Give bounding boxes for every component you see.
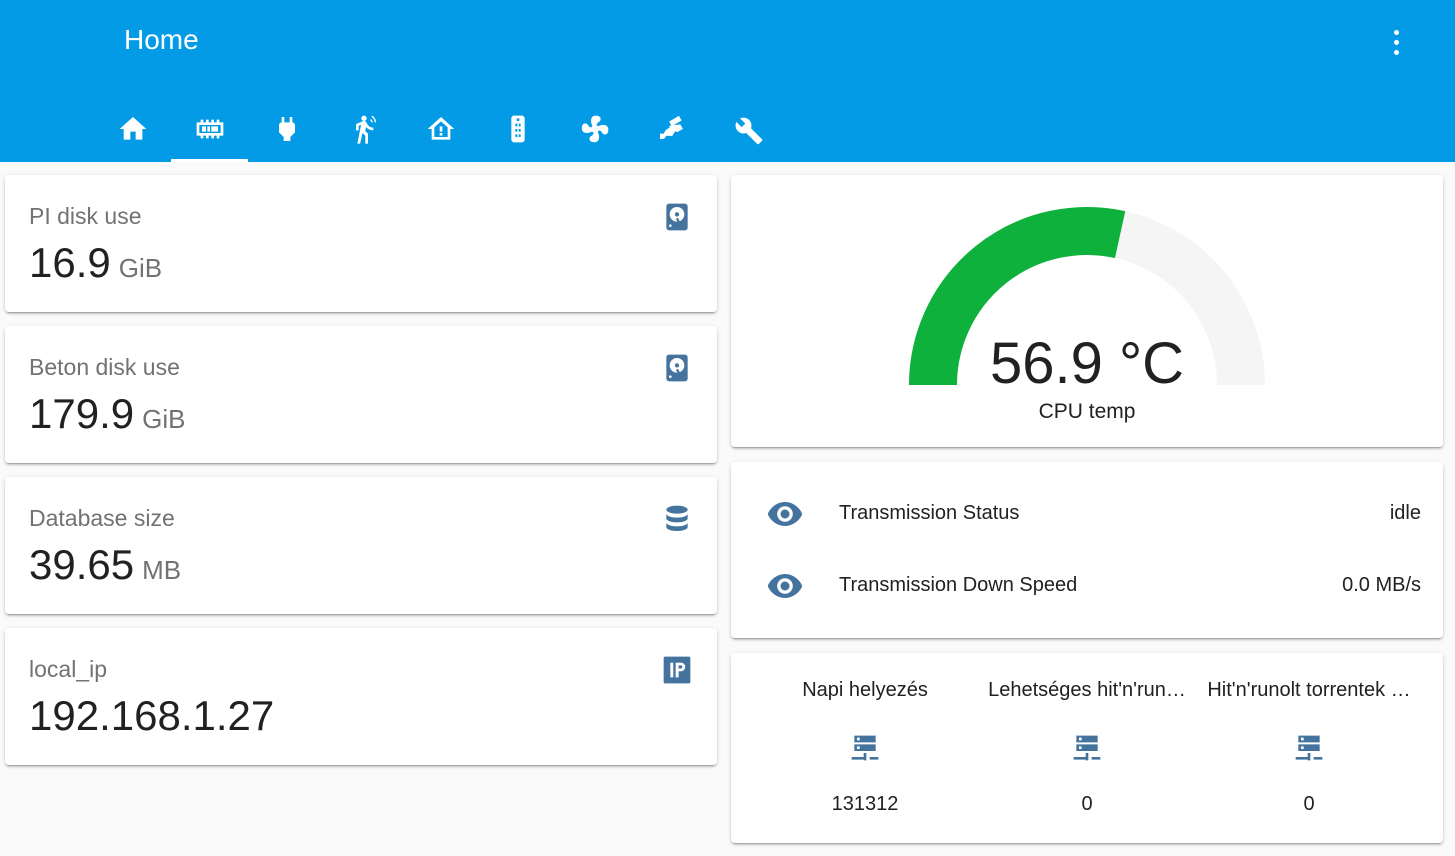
- glance-value: 0: [1081, 793, 1093, 815]
- sensor-name: local_ip: [29, 656, 107, 682]
- gauge-value: 56.9 °C: [989, 331, 1185, 396]
- sensor-value: 16.9 GiB: [29, 239, 163, 286]
- app-header: Home: [0, 0, 1455, 162]
- entity-row-transmission-status[interactable]: Transmission Status idle: [731, 484, 1443, 544]
- tab-remote[interactable]: [479, 96, 556, 162]
- tab-cameras[interactable]: [633, 96, 710, 162]
- home-alert-icon: [427, 117, 454, 140]
- tools-icon: [735, 117, 762, 145]
- page-title: Home: [124, 24, 199, 55]
- glance-item-napi-helyezes[interactable]: Napi helyezés 131312: [754, 653, 976, 843]
- sensor-value: 192.168.1.27: [29, 692, 275, 739]
- sensor-card-pi-disk[interactable]: PI disk use 16.9 GiB: [5, 175, 717, 312]
- server-network-icon: [849, 733, 881, 765]
- server-network-icon: [1071, 733, 1103, 765]
- tab-security[interactable]: [402, 96, 479, 162]
- glance-name: Hit'n'runolt torrentek …: [1207, 679, 1411, 701]
- motion-sensor-icon: [355, 115, 376, 144]
- chip-icon: [196, 119, 223, 139]
- sensor-unit: GiB: [118, 253, 163, 283]
- tab-tools[interactable]: [710, 96, 787, 162]
- tab-climate[interactable]: [556, 96, 633, 162]
- entity-name: Transmission Status: [839, 502, 1020, 524]
- sensor-card-database-size[interactable]: Database size 39.65 MB: [5, 477, 717, 614]
- eye-icon: [767, 572, 803, 600]
- dots-vertical-icon[interactable]: [1380, 24, 1412, 60]
- database-icon: [661, 503, 693, 535]
- sensor-card-beton-disk[interactable]: Beton disk use 179.9 GiB: [5, 326, 717, 463]
- glance-name: Napi helyezés: [802, 679, 928, 701]
- home-icon: [119, 117, 146, 140]
- tab-home[interactable]: [94, 96, 171, 162]
- sensor-value: 39.65 MB: [29, 541, 182, 588]
- tab-power[interactable]: [248, 96, 325, 162]
- gauge-label: CPU temp: [1038, 400, 1136, 423]
- remote-icon: [510, 115, 525, 143]
- sensor-unit: GiB: [142, 404, 186, 434]
- air-conditioner-icon: [581, 115, 608, 143]
- tab-system[interactable]: [171, 96, 248, 162]
- entity-row-transmission-down-speed[interactable]: Transmission Down Speed 0.0 MB/s: [731, 556, 1443, 616]
- glance-value: 0: [1303, 793, 1315, 815]
- power-plug-icon: [278, 117, 295, 141]
- eye-icon: [767, 500, 803, 528]
- cctv-icon: [659, 115, 683, 139]
- server-network-icon: [1293, 733, 1325, 765]
- sensor-name: Beton disk use: [29, 354, 180, 380]
- ip-icon: [661, 654, 693, 686]
- entity-name: Transmission Down Speed: [839, 574, 1078, 596]
- entity-state: 0.0 MB/s: [1342, 574, 1421, 596]
- glance-item-lehetseges-hit-n-run[interactable]: Lehetséges hit'n'run… 0: [976, 653, 1198, 843]
- glance-name: Lehetséges hit'n'run…: [988, 679, 1186, 701]
- gauge-card-cpu-temp[interactable]: 56.9 °C CPU temp: [731, 175, 1443, 447]
- sensor-unit: MB: [142, 555, 182, 585]
- sensor-name: PI disk use: [29, 203, 142, 229]
- harddisk-icon: [661, 352, 693, 384]
- entities-card: Transmission Status idle Transmission Do…: [731, 462, 1443, 638]
- glance-card: Napi helyezés 131312 Lehetséges hit'n'ru…: [731, 653, 1443, 843]
- sensor-value: 179.9 GiB: [29, 390, 186, 437]
- sensor-name: Database size: [29, 505, 175, 531]
- tab-motion[interactable]: [325, 96, 402, 162]
- glance-value: 131312: [831, 793, 899, 815]
- harddisk-icon: [661, 201, 693, 233]
- entity-state: idle: [1389, 502, 1421, 524]
- sensor-card-local-ip[interactable]: local_ip 192.168.1.27: [5, 628, 717, 765]
- glance-item-hit-n-runolt-torrentek[interactable]: Hit'n'runolt torrentek … 0: [1198, 653, 1420, 843]
- view-tabs: [94, 96, 787, 162]
